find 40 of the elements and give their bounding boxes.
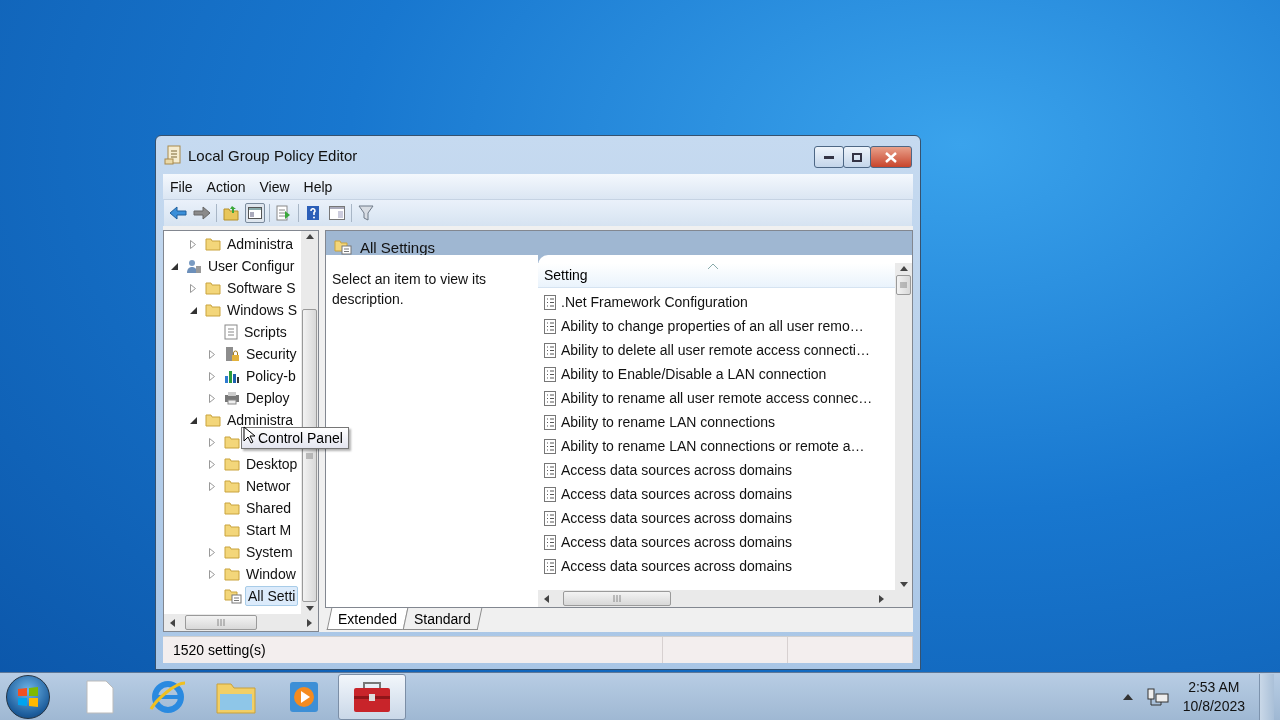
setting-name[interactable]: Access data sources across domains xyxy=(561,558,793,574)
setting-name[interactable]: Ability to Enable/Disable a LAN connection xyxy=(561,366,827,382)
tooltip: Control Panel xyxy=(241,427,349,449)
menu-item[interactable]: Action xyxy=(199,178,253,195)
setting-name[interactable]: Ability to rename all user remote access connec… xyxy=(561,390,873,406)
tree-item[interactable]: Deploy xyxy=(243,388,293,408)
tree-item[interactable]: Scripts xyxy=(241,322,290,342)
tree-item[interactable]: Windows S xyxy=(224,300,301,320)
tree-item[interactable]: Networ xyxy=(243,476,294,496)
window-title: Local Group Policy Editor xyxy=(188,146,358,164)
setting-name[interactable]: Ability to change properties of an all user remo… xyxy=(561,318,864,334)
tree-item[interactable]: Policy-b xyxy=(243,366,299,386)
column-header[interactable]: Setting xyxy=(538,263,895,288)
setting-name[interactable]: Ability to rename LAN connections or remote a… xyxy=(561,438,865,454)
view-tab[interactable]: Extended xyxy=(326,608,409,630)
tree-item[interactable]: System xyxy=(243,542,296,562)
tree-item[interactable]: Desktop xyxy=(243,454,301,474)
tree-item[interactable]: Software S xyxy=(224,278,299,298)
tree-item[interactable]: Start M xyxy=(243,520,295,540)
setting-name[interactable]: Access data sources across domains xyxy=(561,486,793,502)
menu-item[interactable]: View xyxy=(252,178,297,195)
menu-item[interactable]: File xyxy=(163,178,200,195)
setting-name[interactable]: .Net Framework Configuration xyxy=(561,294,748,310)
tree-item[interactable]: Window xyxy=(243,564,299,584)
tree-item[interactable]: Security xyxy=(243,344,300,364)
tree-item[interactable]: Shared xyxy=(243,498,295,518)
tree-item[interactable]: User Configur xyxy=(205,256,298,276)
view-tab[interactable]: Standard xyxy=(402,608,483,630)
tree-item[interactable]: All Setti xyxy=(245,586,299,606)
tree-item[interactable]: Administra xyxy=(224,234,297,254)
status-text: 1520 setting(s) xyxy=(163,637,663,663)
setting-name[interactable]: Access data sources across domains xyxy=(561,510,793,526)
tree-item[interactable]: Administra xyxy=(224,410,297,430)
setting-name[interactable]: Access data sources across domains xyxy=(561,462,793,478)
setting-name[interactable]: Ability to delete all user remote access connecti… xyxy=(561,342,870,358)
setting-name[interactable]: Access data sources across domains xyxy=(561,534,793,550)
clock[interactable]: 2:53 AM 10/8/2023 xyxy=(1182,677,1245,716)
pane-title: All Settings xyxy=(360,238,436,256)
menu-item[interactable]: Help xyxy=(296,178,340,195)
setting-name[interactable]: Ability to rename LAN connections xyxy=(561,414,775,430)
